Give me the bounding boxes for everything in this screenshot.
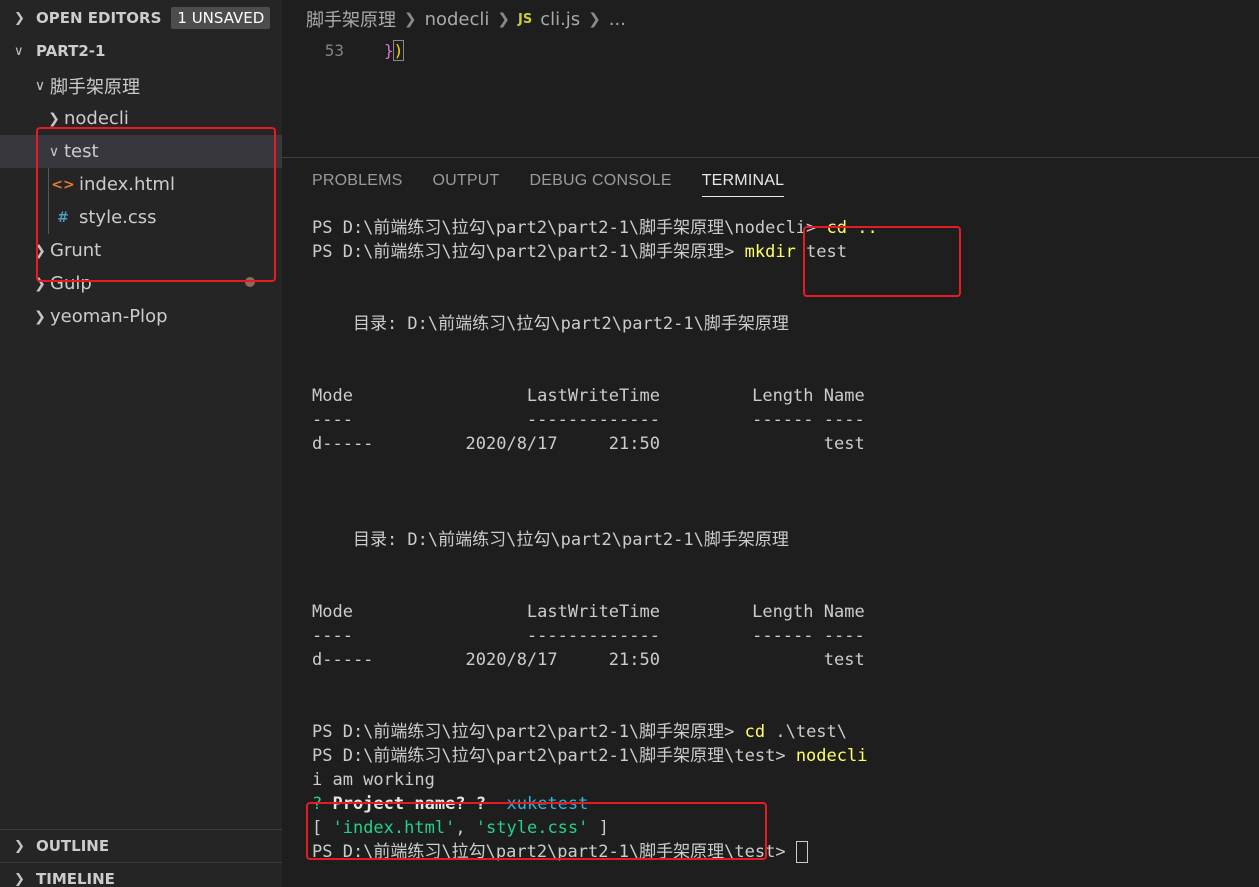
timeline-label: TIMELINE	[36, 870, 115, 887]
terminal-line: ---- ------------- ------ ----	[312, 410, 865, 430]
tree-item-label: yeoman-Plop	[50, 306, 168, 327]
chevron-right-icon: ❯	[404, 10, 417, 28]
tab-terminal[interactable]: TERMINAL	[701, 172, 785, 197]
annotation-box-output	[306, 802, 767, 860]
terminal-line: d----- 2020/8/17 21:50 test	[312, 650, 865, 670]
chevron-right-icon: ❯	[497, 10, 510, 28]
js-file-icon: JS	[517, 11, 533, 27]
tree-item-label: nodecli	[64, 108, 129, 129]
panel-tabs: PROBLEMS OUTPUT DEBUG CONSOLE TERMINAL	[312, 172, 814, 197]
outline-label: OUTLINE	[36, 837, 110, 855]
breadcrumb-item[interactable]: 脚手架原理	[306, 6, 396, 32]
terminal-output[interactable]: PS D:\前端练习\拉勾\part2\part2-1\脚手架原理\nodecl…	[312, 216, 1252, 864]
annotation-box-test-folder	[36, 127, 276, 282]
tree-item-label: 脚手架原理	[50, 76, 140, 98]
chevron-right-icon: ❯	[34, 308, 46, 325]
terminal-line: 目录: D:\前端练习\拉勾\part2\part2-1\脚手架原理	[312, 530, 789, 550]
chevron-down-icon: ∨	[34, 77, 46, 94]
terminal-cursor	[795, 841, 808, 863]
timeline-header[interactable]: ❯ TIMELINE	[0, 863, 282, 887]
breadcrumb-item[interactable]: nodecli	[425, 9, 490, 30]
editor-area: 脚手架原理 ❯ nodecli ❯ JS cli.js ❯ ... 53 }) …	[282, 0, 1259, 887]
terminal-line: Mode LastWriteTime Length Name	[312, 602, 865, 622]
tab-output[interactable]: OUTPUT	[433, 172, 500, 197]
terminal-line: d----- 2020/8/17 21:50 test	[312, 434, 865, 454]
terminal-line: PS D:\前端练习\拉勾\part2\part2-1\脚手架原理\nodecl…	[312, 218, 878, 238]
terminal-line: Mode LastWriteTime Length Name	[312, 386, 865, 406]
breadcrumb: 脚手架原理 ❯ nodecli ❯ JS cli.js ❯ ...	[306, 6, 626, 32]
project-header[interactable]: ∨ PART2-1	[0, 35, 282, 67]
tree-folder-scaffold[interactable]: ∨ 脚手架原理	[0, 69, 282, 102]
terminal-line: PS D:\前端练习\拉勾\part2\part2-1\脚手架原理> cd .\…	[312, 722, 848, 742]
outline-header[interactable]: ❯ OUTLINE	[0, 830, 282, 862]
code-line[interactable]: 53 })	[282, 36, 1259, 64]
unsaved-badge: 1 UNSAVED	[171, 7, 271, 29]
terminal-line: 目录: D:\前端练习\拉勾\part2\part2-1\脚手架原理	[312, 314, 789, 334]
open-editors-header[interactable]: ❯ OPEN EDITORS 1 UNSAVED	[0, 2, 282, 34]
terminal-line: PS D:\前端练习\拉勾\part2\part2-1\脚手架原理> mkdir…	[312, 242, 848, 262]
tab-problems[interactable]: PROBLEMS	[312, 172, 403, 197]
line-number: 53	[324, 40, 344, 60]
chevron-right-icon: ❯	[588, 10, 601, 28]
tree-folder-yeoman-plop[interactable]: ❯ yeoman-Plop	[0, 300, 282, 333]
chevron-right-icon: ❯	[14, 838, 25, 854]
terminal-line: ---- ------------- ------ ----	[312, 626, 865, 646]
chevron-right-icon: ❯	[48, 110, 60, 127]
breadcrumb-item[interactable]: ...	[609, 9, 626, 30]
breadcrumb-item[interactable]: cli.js	[540, 9, 580, 30]
project-label: PART2-1	[36, 42, 106, 60]
annotation-box-mkdir	[803, 226, 961, 297]
tab-debug-console[interactable]: DEBUG CONSOLE	[530, 172, 672, 197]
chevron-right-icon: ❯	[14, 10, 25, 26]
terminal-line: PS D:\前端练习\拉勾\part2\part2-1\脚手架原理\test> …	[312, 746, 868, 766]
panel-border	[282, 157, 1259, 158]
chevron-down-icon: ∨	[14, 43, 24, 59]
terminal-line: i am working	[312, 770, 435, 790]
code-text: })	[384, 39, 405, 61]
chevron-right-icon: ❯	[14, 871, 25, 887]
open-editors-label: OPEN EDITORS	[36, 9, 162, 27]
